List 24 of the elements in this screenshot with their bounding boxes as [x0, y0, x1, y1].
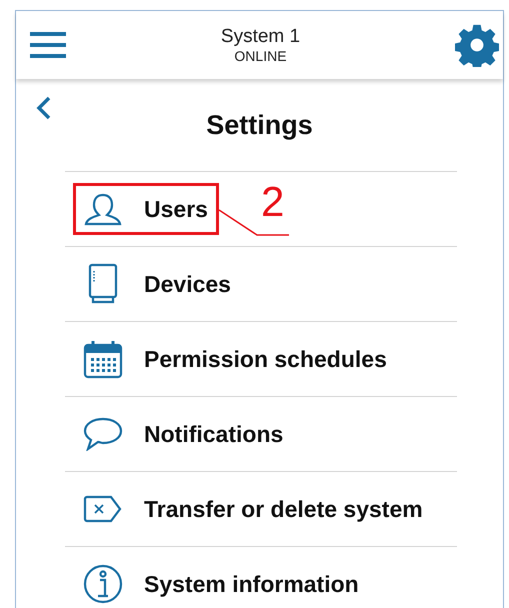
item-label: Permission schedules — [144, 344, 387, 374]
speech-bubble-icon — [83, 417, 123, 451]
settings-item[interactable]: Devices — [65, 247, 457, 322]
delete-tag-icon — [83, 495, 123, 523]
system-status: ONLINE — [234, 48, 287, 64]
item-label: Notifications — [144, 420, 284, 449]
tablet-device-icon — [87, 263, 119, 305]
callout-number: 2 — [261, 178, 284, 226]
settings-item[interactable]: Users 2 — [65, 172, 457, 247]
settings-item[interactable]: System information — [65, 547, 457, 608]
page-title: Settings — [206, 108, 313, 142]
item-label: Transfer or delete system — [144, 494, 423, 524]
settings-item[interactable]: Notifications — [65, 397, 457, 472]
system-name: System 1 — [220, 26, 300, 48]
settings-icon[interactable] — [454, 23, 499, 67]
person-icon — [83, 192, 123, 226]
item-label: Devices — [144, 270, 231, 299]
settings-item[interactable]: Permission schedules — [65, 322, 457, 397]
item-label: Users — [144, 194, 208, 224]
item-label: System information — [144, 570, 359, 599]
settings-item[interactable]: Transfer or delete system — [65, 472, 457, 547]
info-icon — [83, 564, 123, 604]
menu-icon[interactable] — [30, 32, 66, 58]
calendar-icon — [83, 339, 123, 379]
